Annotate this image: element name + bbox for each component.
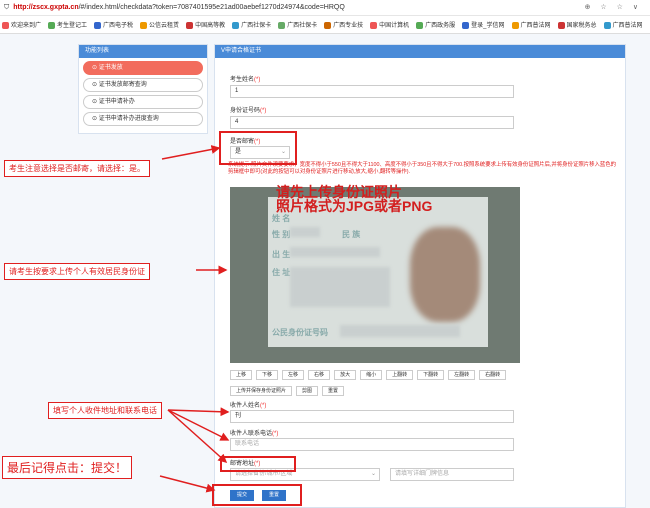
bookmarks-bar: 欢迎来到广 考生登记工 广西电子税 公信云租赁 中国高等教 广西社保卡 广西社保卡 广西专业技… — [0, 16, 650, 34]
phone-input[interactable]: 联系电话 — [230, 438, 514, 451]
shield-icon: ⛉ — [4, 3, 10, 11]
address-input[interactable]: 请填写详细门牌信息 — [390, 468, 514, 481]
panel-title: V申请合格证书 — [215, 45, 625, 58]
bookmark-icon — [370, 21, 378, 29]
upload-actions: 上传并保存身份证照片 剪图 重置 — [230, 386, 345, 396]
id-field[interactable]: 4 — [230, 116, 514, 129]
address-bar[interactable]: ⛉ http://zscx.gxpta.cn/#/index.html/chec… — [0, 0, 650, 16]
id-ethnic-key: 民 族 — [342, 230, 361, 239]
crop-button[interactable]: 剪图 — [296, 386, 319, 396]
bookmark-item[interactable]: 国家税务总 — [557, 20, 597, 29]
tool-button[interactable]: 左移 — [282, 370, 305, 380]
annotation-mail-note: 考生注意选择是否邮寄，请选择：是。 — [4, 160, 150, 177]
chevron-down-icon: ⌄ — [370, 471, 376, 477]
image-tools: 上移 下移 左移 右移 放大 缩小 上翻转 下翻转 左翻转 右翻转 — [230, 370, 507, 380]
bookmark-item[interactable]: 公信云租赁 — [140, 20, 179, 29]
bookmark-item[interactable]: 广西普法网 — [603, 20, 643, 29]
bookmark-icon — [186, 21, 194, 29]
bookmark-item[interactable]: 中国高等教 — [186, 20, 225, 29]
bookmark-icon — [278, 21, 286, 29]
bookmark-icon — [2, 21, 9, 29]
upload-save-button[interactable]: 上传并保存身份证照片 — [230, 386, 293, 396]
id-label: 身份证号码(*) — [230, 108, 267, 114]
sidebar-item-mail-query[interactable]: ⊙ 证书发放邮寄查询 — [83, 78, 203, 92]
name-field[interactable]: 1 — [230, 85, 514, 98]
highlight-address — [220, 456, 296, 472]
url-text[interactable]: http://zscx.gxpta.cn/#/index.html/checkd… — [13, 4, 345, 11]
id-address-key: 住 址 — [272, 268, 291, 277]
tool-button[interactable]: 下移 — [256, 370, 279, 380]
annotation-submit-note: 最后记得点击：提交！ — [2, 456, 133, 479]
name-label: 考生姓名(*) — [230, 77, 261, 83]
id-number-key: 公民身份证号码 — [272, 328, 328, 337]
bookmark-item[interactable]: 广西社保卡 — [232, 20, 271, 29]
bookmark-icon — [416, 21, 424, 29]
tool-button[interactable]: 缩小 — [360, 370, 383, 380]
sidebar-title: 功能列表 — [79, 45, 207, 58]
bookmark-item[interactable]: 广西电子税 — [94, 20, 133, 29]
phone-label: 收件人联系电话(*) — [230, 431, 279, 437]
bookmark-item[interactable]: 广西普法网 — [511, 20, 551, 29]
browser-actions[interactable]: ⊕ ☆ ☆ ∨ — [585, 3, 642, 11]
bookmark-item[interactable]: 中国计算机 — [370, 20, 409, 29]
tool-button[interactable]: 上翻转 — [386, 370, 414, 380]
bookmark-item[interactable]: 广西政务服 — [416, 20, 455, 29]
bookmark-item[interactable]: 广西专业技 — [324, 20, 363, 29]
bookmark-item[interactable]: 登录_学信网 — [462, 20, 505, 29]
annotation-address-note: 填写个人收件地址和联系电话 — [48, 402, 162, 419]
bookmark-icon — [324, 21, 332, 29]
format-prompt-text: 照片格式为JPG或者PNG — [276, 198, 433, 214]
redacted-text — [340, 325, 460, 337]
bookmark-item[interactable]: 欢迎来到广 — [2, 20, 41, 29]
reset-image-button[interactable]: 重置 — [322, 386, 345, 396]
bookmark-icon — [232, 21, 240, 29]
bookmark-icon — [140, 21, 148, 29]
highlight-submit — [212, 484, 302, 506]
id-birth-key: 出 生 — [272, 250, 291, 259]
bookmark-icon — [511, 21, 519, 29]
tool-button[interactable]: 左翻转 — [448, 370, 476, 380]
tool-button[interactable]: 右移 — [308, 370, 331, 380]
sidebar-item-reissue[interactable]: ⊙ 证书申请补办 — [83, 95, 203, 109]
tool-button[interactable]: 下翻转 — [417, 370, 445, 380]
redacted-text — [290, 247, 380, 257]
annotation-upload-note: 请考生按要求上传个人有效居民身份证 — [4, 263, 150, 280]
sidebar: 功能列表 ⊙ 证书发放 ⊙ 证书发放邮寄查询 ⊙ 证书申请补办 ⊙ 证书申请补办… — [78, 44, 208, 134]
bookmark-icon — [48, 21, 56, 29]
tool-button[interactable]: 右翻转 — [479, 370, 507, 380]
bookmark-item[interactable]: 广西社保卡 — [278, 20, 317, 29]
redacted-text — [290, 267, 390, 307]
highlight-mail-select — [219, 131, 297, 165]
bookmark-icon — [94, 21, 102, 29]
redacted-text — [290, 227, 320, 237]
tool-button[interactable]: 上移 — [230, 370, 253, 380]
sidebar-item-certificate-issue[interactable]: ⊙ 证书发放 — [83, 61, 203, 75]
recipient-field[interactable]: 刊 — [230, 410, 514, 423]
tool-button[interactable]: 放大 — [334, 370, 357, 380]
recipient-label: 收件人姓名(*) — [230, 403, 267, 409]
sidebar-item-reissue-progress[interactable]: ⊙ 证书申请补办进度查询 — [83, 112, 203, 126]
bookmark-icon — [557, 21, 565, 29]
portrait-image — [410, 227, 480, 322]
bookmark-icon — [603, 21, 611, 29]
bookmark-icon — [462, 21, 470, 29]
bookmark-item[interactable]: 考生登记工 — [48, 20, 87, 29]
id-gender-key: 性 别 — [272, 230, 291, 239]
